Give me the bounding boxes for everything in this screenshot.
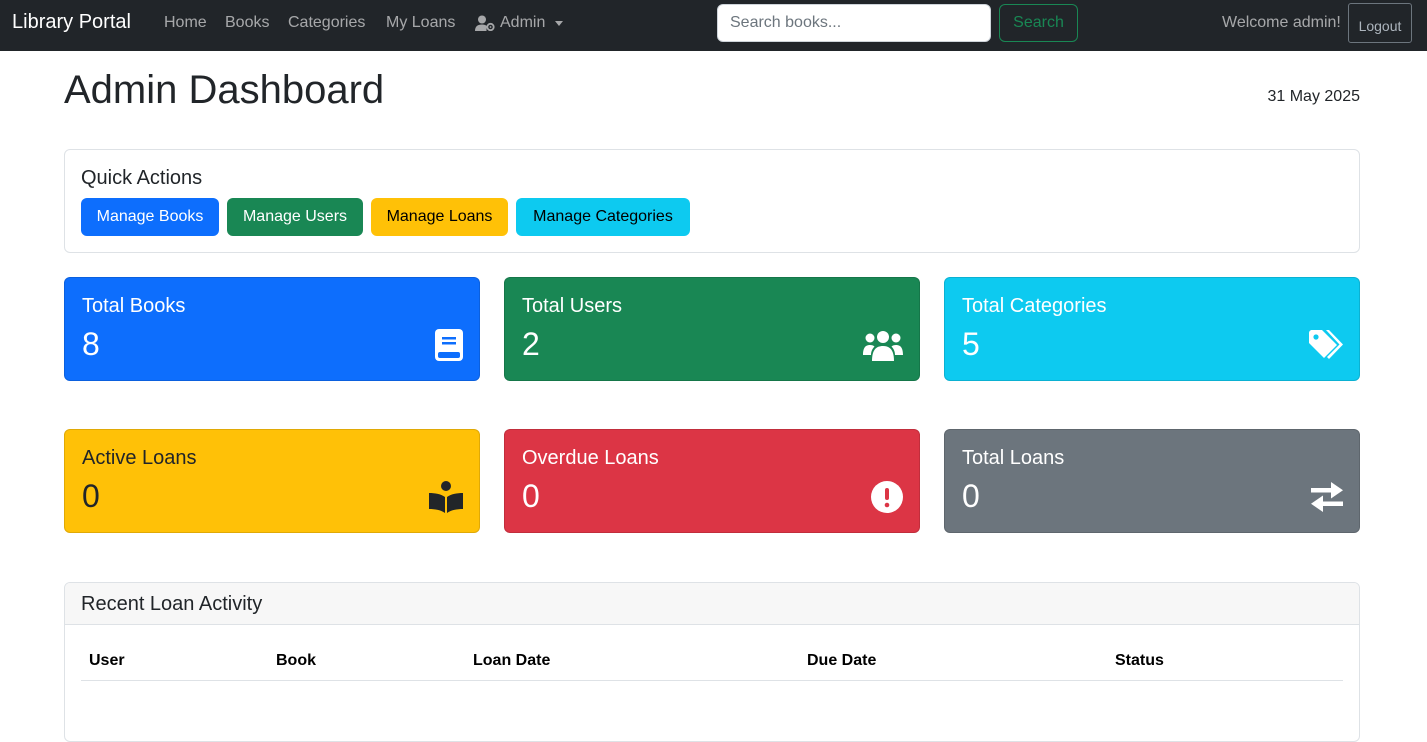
stat-value: 0 [522, 478, 540, 514]
stat-label: Total Users [522, 295, 623, 317]
recent-activity-title: Recent Loan Activity [81, 593, 263, 615]
nav-link-my-loans[interactable]: My Loans [386, 14, 455, 32]
nav-link-books[interactable]: Books [225, 14, 269, 32]
logout-button[interactable]: Logout [1348, 3, 1412, 43]
column-header-loan-date: Loan Date [473, 652, 551, 669]
stat-label: Total Loans [962, 447, 1065, 469]
table-header-divider [81, 680, 1343, 681]
stat-label: Total Categories [962, 295, 1107, 317]
manage-loans-button[interactable]: Manage Loans [371, 198, 508, 236]
stat-value: 5 [962, 326, 980, 362]
quick-actions-title: Quick Actions [81, 167, 203, 189]
exclamation-circle-icon [863, 480, 903, 514]
stat-card-total-users: Total Users 2 [504, 277, 920, 381]
search-input[interactable] [717, 4, 991, 42]
stat-card-total-books: Total Books 8 [64, 277, 480, 381]
manage-categories-button[interactable]: Manage Categories [516, 198, 690, 236]
book-icon [423, 328, 463, 362]
exchange-icon [1303, 480, 1343, 514]
current-date: 31 May 2025 [1267, 88, 1360, 105]
recent-activity-card: Recent Loan Activity User Book Loan Date… [64, 582, 1360, 742]
column-header-due-date: Due Date [807, 652, 877, 669]
stat-card-total-loans: Total Loans 0 [944, 429, 1360, 533]
page-title: Admin Dashboard [64, 68, 385, 112]
column-header-book: Book [276, 652, 316, 669]
stat-label: Active Loans [82, 447, 197, 469]
stat-label: Overdue Loans [522, 447, 659, 469]
column-header-status: Status [1115, 652, 1164, 669]
stat-card-overdue-loans: Overdue Loans 0 [504, 429, 920, 533]
admin-dropdown[interactable]: Admin [475, 14, 564, 32]
top-navbar: Library Portal Home Books Categories My … [0, 0, 1427, 51]
stat-label: Total Books [82, 295, 186, 317]
quick-actions-card: Quick Actions Manage Books Manage Users … [64, 149, 1360, 253]
stat-card-total-categories: Total Categories 5 [944, 277, 1360, 381]
brand-link[interactable]: Library Portal [12, 11, 131, 34]
stat-value: 8 [82, 326, 100, 362]
user-cog-icon [475, 15, 495, 31]
caret-down-icon [555, 20, 564, 26]
manage-users-button[interactable]: Manage Users [227, 198, 363, 236]
nav-link-home[interactable]: Home [164, 14, 207, 32]
stat-value: 2 [522, 326, 540, 362]
stat-card-active-loans: Active Loans 0 [64, 429, 480, 533]
nav-link-categories[interactable]: Categories [288, 14, 365, 32]
stat-value: 0 [962, 478, 980, 514]
users-icon [863, 328, 903, 362]
stat-value: 0 [82, 478, 100, 514]
search-button[interactable]: Search [999, 4, 1078, 42]
manage-books-button[interactable]: Manage Books [81, 198, 219, 236]
admin-dropdown-label: Admin [500, 14, 546, 31]
welcome-text: Welcome admin! [1222, 14, 1341, 31]
book-reader-icon [423, 480, 463, 514]
column-header-user: User [89, 652, 125, 669]
tags-icon [1303, 328, 1343, 362]
